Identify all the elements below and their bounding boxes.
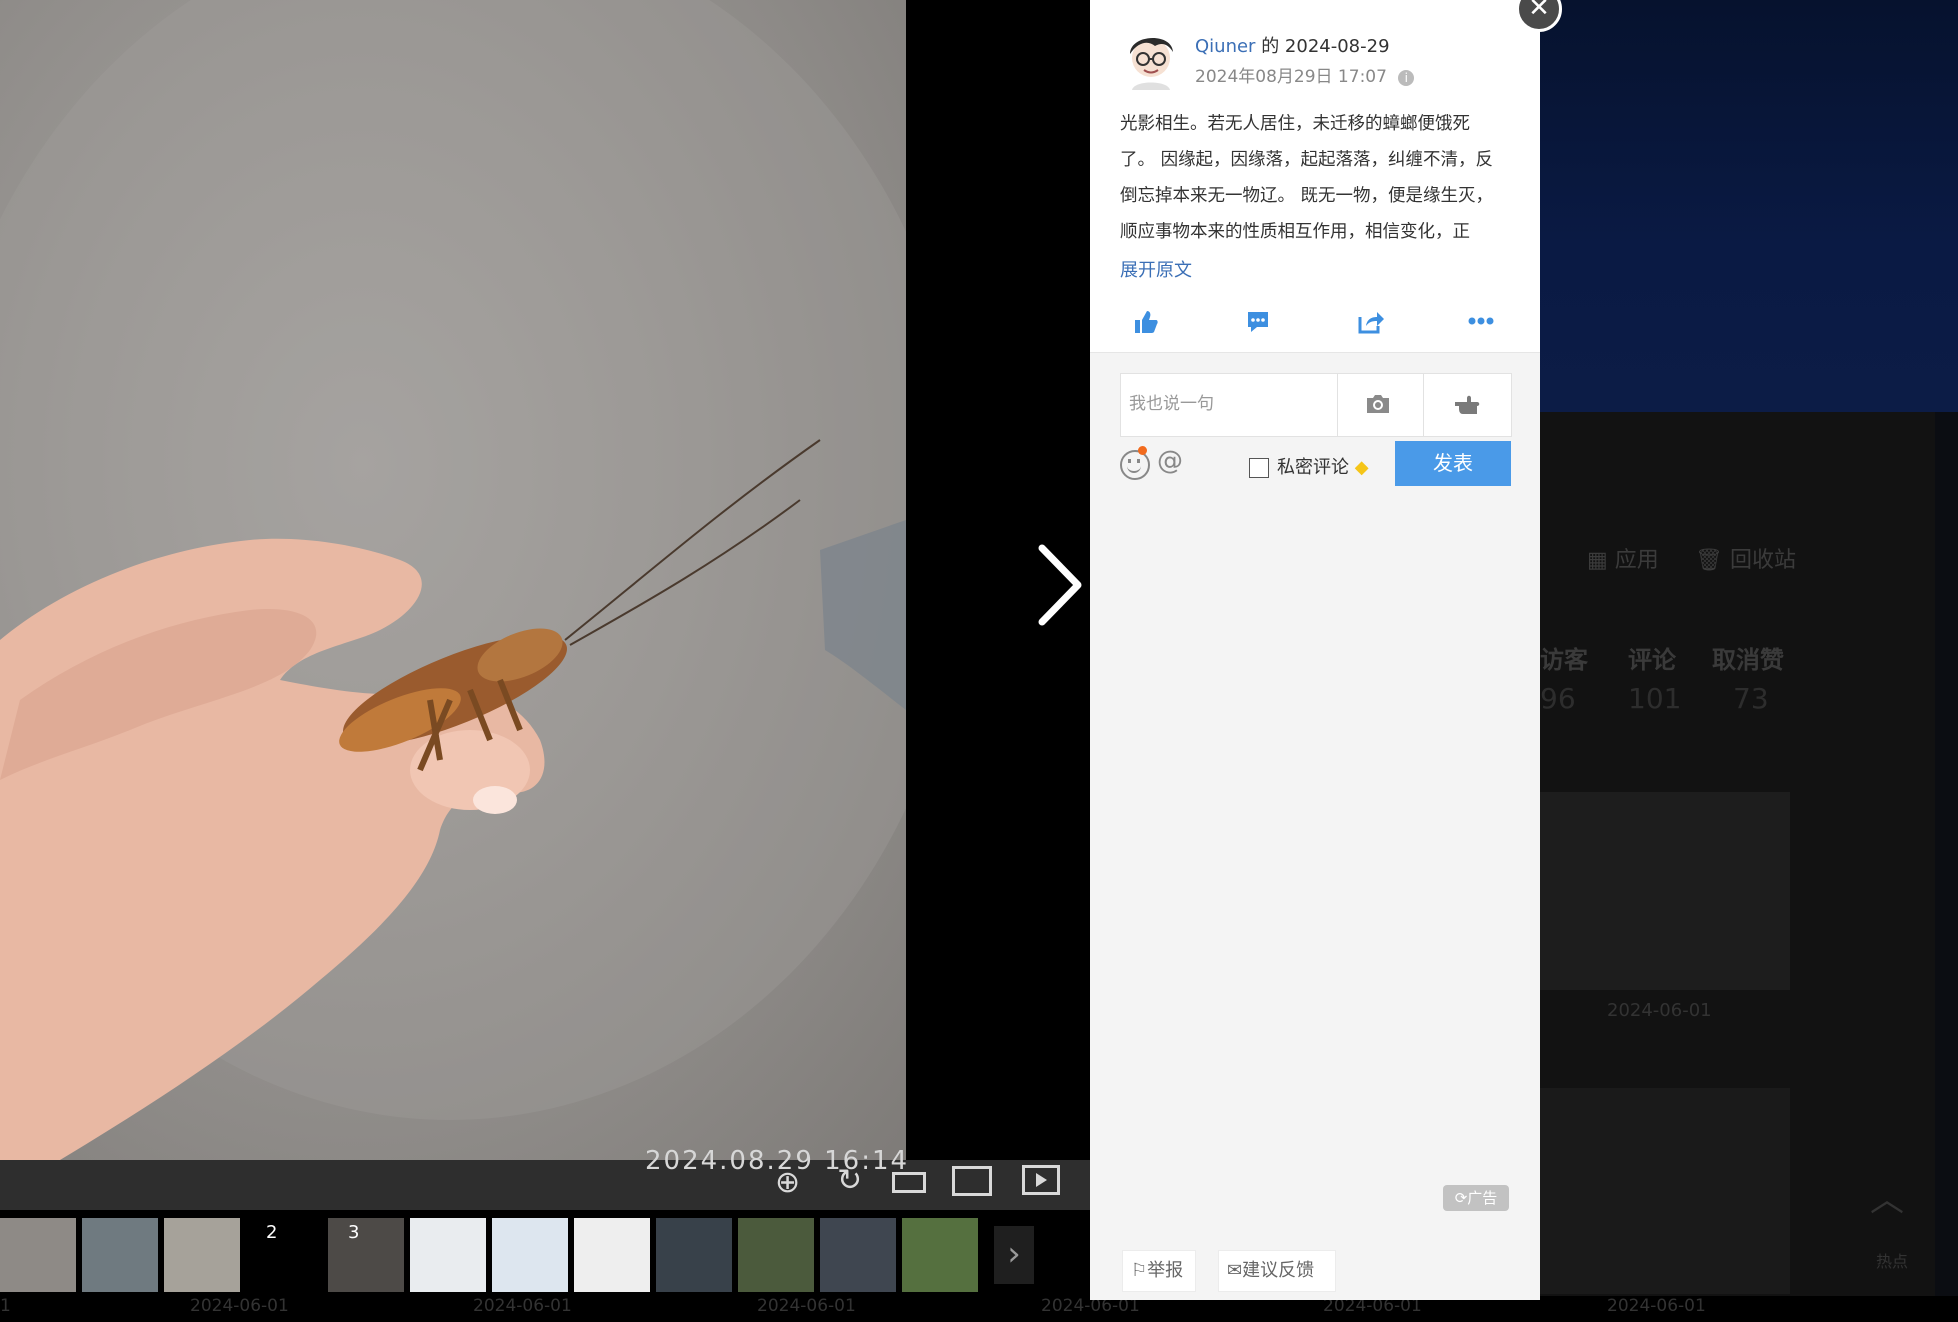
filmstrip-thumb[interactable]: 3: [328, 1218, 404, 1292]
filmstrip-thumb[interactable]: [410, 1218, 486, 1292]
photo-image: [0, 0, 906, 1160]
stat-visitors-label: 访客: [1540, 646, 1588, 674]
mention-icon[interactable]: @: [1157, 446, 1183, 476]
stat-unlike-label: 取消赞: [1712, 646, 1784, 674]
next-photo-icon[interactable]: [1030, 540, 1090, 630]
filmstrip-thumb[interactable]: [492, 1218, 568, 1292]
refresh-icon: ⟳: [1454, 1189, 1468, 1207]
divider: [1423, 374, 1424, 436]
rotate-icon[interactable]: ↻: [837, 1163, 862, 1198]
photo-illustration: [0, 0, 906, 1160]
ad-badge[interactable]: ⟳广告: [1443, 1185, 1509, 1211]
filmstrip-thumb[interactable]: [820, 1218, 896, 1292]
filmstrip-next-icon[interactable]: ›: [994, 1226, 1034, 1284]
more-icon[interactable]: [1468, 317, 1494, 325]
post-datetime: 2024年08月29日 17:07 i: [1195, 62, 1415, 87]
filmstrip-thumb[interactable]: [902, 1218, 978, 1292]
grid-icon: ▦: [1587, 548, 1608, 573]
slideshow-icon[interactable]: [1022, 1165, 1060, 1195]
post-body-line: 光影相生。若无人居住，未迁移的蟑螂便饿死: [1120, 114, 1470, 134]
nav-recycle: 🗑 回收站: [1695, 548, 1796, 573]
stat-visitors-value: 96: [1540, 682, 1576, 715]
emoji-icon[interactable]: [1120, 446, 1150, 480]
thumb-number: 3: [348, 1222, 360, 1243]
expand-link[interactable]: 展开原文: [1120, 256, 1192, 282]
pointing-hand-icon[interactable]: [1453, 392, 1483, 416]
thumb-number: 2: [266, 1222, 278, 1243]
scroll-top-label: 热点: [1876, 1252, 1909, 1271]
stat-comments-label: 评论: [1628, 646, 1676, 674]
background-page: ▦ 应用 🗑 回收站 访客 96 评论 101 取消赞 73 2024-06-0…: [1540, 0, 1958, 1322]
comment-icon[interactable]: [1245, 309, 1271, 335]
post-body: 光影相生。若无人居住，未迁移的蟑螂便饿死 了。 因缘起，因缘落，起起落落，纠缠不…: [1120, 106, 1510, 250]
comment-input[interactable]: [1121, 374, 1353, 434]
private-comment-checkbox[interactable]: [1249, 458, 1269, 478]
thumbs-up-icon[interactable]: [1133, 309, 1159, 335]
date-label: 2024-06-01: [1607, 1296, 1706, 1316]
feedback-icon: ✉: [1227, 1260, 1243, 1281]
viewer-toolbar: [0, 1160, 1090, 1210]
scroll-top-icon[interactable]: ︿: [1870, 1172, 1904, 1221]
filmstrip-thumb[interactable]: [574, 1218, 650, 1292]
avatar[interactable]: [1122, 28, 1180, 90]
comment-composer: [1120, 373, 1512, 437]
filmstrip-thumb[interactable]: [0, 1218, 76, 1292]
report-button[interactable]: ⚐举报: [1122, 1250, 1196, 1292]
fit-width-icon[interactable]: [892, 1172, 926, 1193]
stat-unlike-value: 73: [1733, 682, 1769, 715]
camera-icon[interactable]: [1365, 393, 1391, 415]
post-title-suffix: 的 2024-08-29: [1255, 36, 1390, 57]
zoom-in-icon[interactable]: ⊕: [775, 1165, 800, 1200]
share-icon[interactable]: [1357, 309, 1385, 335]
post-title: Qiuner 的 2024-08-29: [1195, 32, 1390, 58]
date-label: 2024-06-01: [757, 1296, 856, 1316]
background-card-image-2: [1540, 1088, 1790, 1294]
info-icon[interactable]: i: [1398, 70, 1415, 86]
fullscreen-icon[interactable]: [952, 1166, 992, 1196]
divider: [1337, 374, 1338, 436]
bottom-date-row: 1 2024-06-01 2024-06-01 2024-06-01 2024-…: [0, 1296, 1958, 1322]
background-card-image: [1540, 792, 1790, 990]
diamond-icon: ◆: [1354, 457, 1369, 478]
stat-comments-value: 101: [1628, 682, 1682, 715]
background-panel: ▦ 应用 🗑 回收站 访客 96 评论 101 取消赞 73 2024-06-0…: [1540, 412, 1935, 1322]
report-icon: ⚐: [1131, 1260, 1148, 1281]
date-label: 1: [0, 1296, 11, 1316]
private-comment-label: 私密评论 ◆: [1277, 457, 1369, 478]
date-label: 2024-06-01: [473, 1296, 572, 1316]
date-label: 2024-06-01: [190, 1296, 289, 1316]
post-body-line: 倒忘掉本来无一物辽。 既无一物，便是缘生灭，: [1120, 186, 1494, 206]
background-card-date: 2024-06-01: [1607, 1000, 1712, 1021]
filmstrip-thumb[interactable]: [82, 1218, 158, 1292]
filmstrip-thumb[interactable]: [656, 1218, 732, 1292]
post-body-line: 了。 因缘起，因缘落，起起落落，纠缠不清，反: [1120, 150, 1494, 170]
filmstrip-thumb[interactable]: 2: [246, 1218, 322, 1292]
feedback-button[interactable]: ✉建议反馈: [1218, 1250, 1336, 1292]
send-button[interactable]: 发表: [1395, 441, 1511, 486]
trash-icon: 🗑: [1695, 548, 1723, 573]
author-link[interactable]: Qiuner: [1195, 36, 1255, 57]
filmstrip-thumb[interactable]: [164, 1218, 240, 1292]
background-banner: [1540, 0, 1958, 412]
nav-apps: ▦ 应用: [1587, 548, 1659, 573]
post-body-line: 顺应事物本来的性质相互作用，相信变化，正: [1120, 222, 1470, 242]
filmstrip-thumb[interactable]: [738, 1218, 814, 1292]
